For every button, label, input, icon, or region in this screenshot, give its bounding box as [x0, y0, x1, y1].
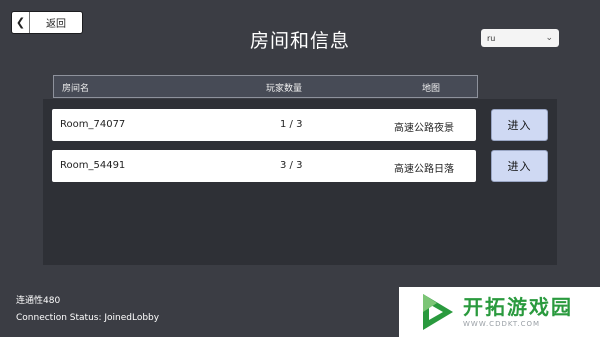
join-room-button[interactable]: 进入: [491, 109, 548, 141]
watermark-title: 开拓游戏园: [463, 295, 573, 319]
room-row: Room_74077 1 / 3 高速公路夜景: [52, 109, 476, 141]
watermark: 开拓游戏园 WWW.CDDKT.COM: [399, 287, 600, 337]
connection-status: Connection Status: JoinedLobby: [16, 313, 160, 323]
room-map: 高速公路日落: [394, 164, 454, 175]
room-map: 高速公路夜景: [394, 123, 454, 134]
language-select-value: ru: [487, 33, 496, 43]
watermark-url: WWW.CDDKT.COM: [463, 320, 541, 328]
column-header-map: 地图: [422, 84, 441, 94]
join-room-button[interactable]: 进入: [491, 150, 548, 182]
room-row: Room_54491 3 / 3 高速公路日落: [52, 150, 476, 182]
column-header-player-count: 玩家数量: [266, 84, 303, 94]
room-name: Room_74077: [60, 119, 126, 130]
room-player-count: 1 / 3: [280, 119, 303, 130]
language-select[interactable]: ru ⌄: [481, 29, 559, 47]
chevron-down-icon: ⌄: [545, 33, 553, 43]
room-table-header: 房间名 玩家数量 地图: [53, 75, 478, 98]
room-name: Room_54491: [60, 160, 126, 171]
room-player-count: 3 / 3: [280, 160, 303, 171]
connectivity-status: 连通性480: [16, 296, 61, 306]
column-header-room-name: 房间名: [62, 84, 90, 94]
play-logo-icon: [423, 294, 453, 330]
